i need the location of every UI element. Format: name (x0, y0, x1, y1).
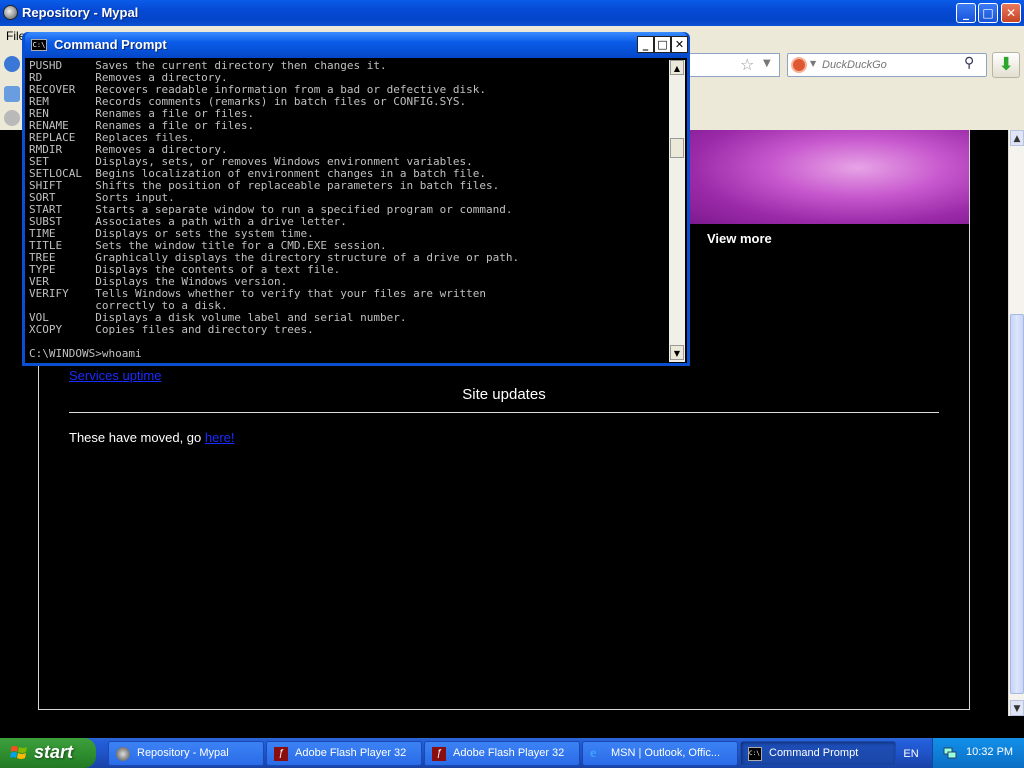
cmd-scroll-thumb[interactable] (670, 138, 684, 158)
language-indicator[interactable]: EN (898, 745, 924, 763)
taskbar-item-label: Command Prompt (769, 747, 859, 759)
page-scroll-thumb[interactable] (1010, 314, 1024, 694)
taskbar-item-label: MSN | Outlook, Offic... (611, 747, 721, 759)
page-scrollbar[interactable]: ▲ ▼ (1008, 130, 1024, 716)
back-icon[interactable] (4, 56, 20, 72)
site-identity-icon[interactable] (4, 110, 20, 126)
flash-icon: ƒ (432, 747, 446, 761)
cmd-output[interactable]: PUSHD Saves the current directory then c… (29, 60, 665, 360)
cmd-close-button[interactable]: ✕ (671, 36, 688, 53)
taskbar-item-mypal[interactable]: Repository - Mypal (108, 741, 264, 766)
url-dropdown-icon[interactable]: ▼ (763, 58, 771, 69)
mypal-icon (116, 747, 130, 761)
browser-close-button[interactable]: ✕ (1001, 3, 1021, 23)
here-link[interactable]: here! (205, 430, 235, 445)
moved-text-label: These have moved, go (69, 430, 205, 445)
start-label: start (34, 742, 74, 762)
scroll-up-arrow-icon[interactable]: ▲ (1010, 130, 1024, 146)
cmd-line: XCOPY Copies files and directory trees. (29, 323, 314, 336)
cmd-title: Command Prompt (54, 37, 167, 52)
divider (69, 412, 939, 413)
banner-image[interactable] (690, 130, 969, 224)
cmd-scrollbar[interactable]: ▲ ▼ (669, 60, 685, 362)
taskbar-item-label: Adobe Flash Player 32 (453, 747, 565, 759)
cmd-minimize-button[interactable]: _ (637, 36, 654, 53)
moved-text: These have moved, go here! (69, 430, 235, 445)
mypal-app-icon (3, 5, 18, 20)
clock: 10:32 PM (966, 746, 1014, 758)
browser-title: Repository - Mypal (22, 5, 139, 20)
taskbar-item-flash-2[interactable]: ƒ Adobe Flash Player 32 (424, 741, 580, 766)
windows-flag-icon (10, 746, 27, 759)
taskbar-item-label: Adobe Flash Player 32 (295, 747, 407, 759)
services-uptime-link[interactable]: Services uptime (69, 368, 161, 383)
search-engine-dropdown-icon[interactable]: ▼ (810, 59, 816, 68)
cmd-window-icon[interactable]: C:\ (31, 39, 47, 51)
browser-minimize-button[interactable]: _ (956, 3, 976, 23)
download-button[interactable]: ⬇ (992, 52, 1020, 78)
command-prompt-window[interactable]: C:\ Command Prompt _ □ ✕ PUSHD Saves the… (22, 32, 690, 366)
taskbar-item-command-prompt[interactable]: C:\ Command Prompt (740, 741, 896, 766)
taskbar-item-msn[interactable]: e MSN | Outlook, Offic... (582, 741, 738, 766)
site-updates-heading: Site updates (462, 386, 546, 403)
search-icon[interactable]: ⚲ (964, 55, 974, 71)
search-input[interactable] (822, 57, 962, 73)
ie-icon: e (590, 746, 597, 761)
browser-titlebar[interactable]: Repository - Mypal _ □ ✕ (0, 0, 1024, 26)
cmd-line: C:\WINDOWS>whoami (29, 347, 142, 360)
network-icon[interactable] (943, 746, 957, 760)
browser-left-strip (0, 48, 24, 130)
scroll-down-arrow-icon[interactable]: ▼ (1010, 700, 1024, 716)
cmd-scroll-down-icon[interactable]: ▼ (670, 345, 684, 360)
cmd-maximize-button[interactable]: □ (654, 36, 671, 53)
browser-maximize-button[interactable]: □ (978, 3, 998, 23)
taskbar-item-label: Repository - Mypal (137, 747, 229, 759)
cmd-scroll-up-icon[interactable]: ▲ (670, 60, 684, 75)
taskbar-item-flash-1[interactable]: ƒ Adobe Flash Player 32 (266, 741, 422, 766)
flash-icon: ƒ (274, 747, 288, 761)
bookmark-star-icon[interactable]: ☆ (740, 55, 754, 74)
duckduckgo-icon[interactable] (791, 57, 807, 73)
cmd-icon: C:\ (748, 747, 762, 761)
start-button[interactable]: start (0, 738, 96, 768)
view-more-link[interactable]: View more (707, 231, 772, 246)
cmd-console[interactable]: PUSHD Saves the current directory then c… (25, 58, 687, 363)
cmd-titlebar[interactable]: C:\ Command Prompt _ □ ✕ (25, 32, 688, 58)
zoom-icon[interactable] (4, 86, 20, 102)
desktop: Repository - Mypal _ □ ✕ File ☆ ▼ ▼ ⚲ ⬇ … (0, 0, 1024, 768)
